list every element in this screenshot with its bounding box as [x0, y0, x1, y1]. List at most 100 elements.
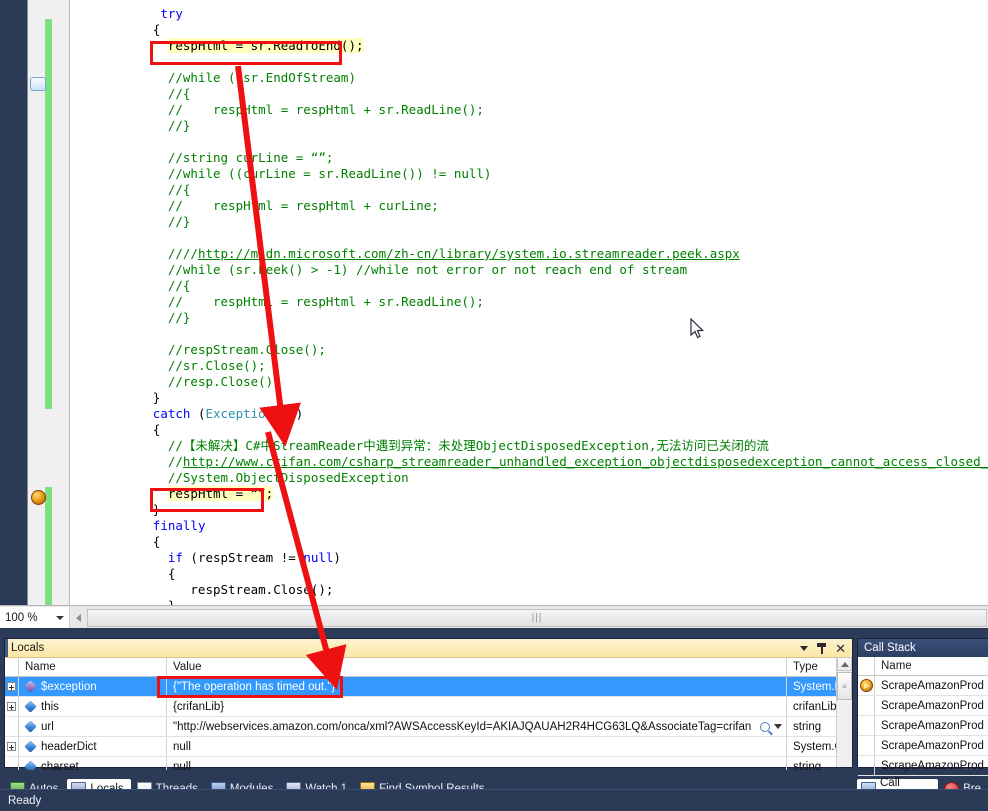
code-line: } [70, 598, 988, 605]
locals-row-value-cell[interactable]: null [167, 757, 787, 770]
row-expander-cell[interactable] [5, 737, 19, 756]
locals-row-name: url [41, 720, 54, 733]
code-line: { [70, 422, 161, 437]
pin-icon[interactable] [817, 642, 827, 654]
scroll-up-button[interactable] [837, 657, 852, 671]
locals-row-type-cell: System.E [787, 677, 837, 696]
locals-row-name: headerDict [41, 740, 97, 753]
call-stack-title-bar[interactable]: Call Stack [858, 639, 988, 657]
locals-row-type-cell: System.C [787, 737, 837, 756]
horizontal-scroll-track[interactable]: ||| [87, 608, 987, 627]
expand-plus-icon[interactable] [7, 682, 16, 691]
code-line: //while ((curLine = sr.ReadLine()) != nu… [167, 166, 492, 181]
call-stack-row[interactable]: ScrapeAmazonProd [858, 716, 988, 736]
call-stack-row-name: ScrapeAmazonProd [881, 739, 984, 752]
locals-row-type: string [793, 720, 822, 733]
call-stack-row[interactable]: ScrapeAmazonProd [858, 736, 988, 756]
magnifier-icon[interactable] [760, 721, 770, 732]
scroll-left-button[interactable] [70, 606, 86, 629]
call-stack-row[interactable]: ScrapeAmazonProd [858, 676, 988, 696]
code-line: { [70, 566, 176, 581]
locals-row[interactable]: url "http://webservices.amazon.com/onca/x… [5, 717, 852, 737]
column-header-type[interactable]: Type [787, 658, 837, 676]
code-line: //} [167, 214, 191, 229]
gutter-header [5, 658, 19, 676]
close-icon[interactable]: ✕ [835, 642, 846, 655]
current-frame-arrow-icon [859, 679, 873, 692]
field-icon [24, 700, 37, 713]
call-stack-row-name: ScrapeAmazonProd [881, 699, 984, 712]
row-expander-cell [5, 757, 19, 770]
locals-row-name-cell[interactable]: this [19, 697, 167, 716]
call-stack-window[interactable]: Call Stack Name ScrapeAmazonProd ScrapeAm… [857, 638, 988, 776]
text-visualizer-control[interactable] [760, 721, 786, 732]
column-header-name[interactable]: Name [875, 657, 988, 675]
call-stack-row-name: ScrapeAmazonProd [881, 759, 984, 772]
locals-row-value-cell[interactable]: null [167, 737, 787, 756]
locals-row-value-cell[interactable]: {crifanLib} [167, 697, 787, 716]
gutter-header [858, 657, 875, 675]
call-stack-row[interactable]: ScrapeAmazonProd [858, 696, 988, 716]
locals-rows-container[interactable]: $exception {"The operation has timed out.… [5, 677, 852, 770]
locals-row-name-cell[interactable]: charset [19, 757, 167, 770]
locals-title-bar[interactable]: Locals ✕ [5, 639, 852, 658]
locals-row-value-cell[interactable]: {"The operation has timed out."} [167, 677, 787, 696]
column-header-name[interactable]: Name [19, 658, 167, 676]
dropdown-icon[interactable] [800, 645, 809, 651]
debug-docked-panels: Locals ✕ Name Value Type $exception {"The… [0, 628, 988, 811]
status-bar: Ready [0, 789, 988, 811]
locals-vertical-scrollbar[interactable]: ≡ [836, 657, 852, 767]
code-line: if (respStream != null) [167, 550, 341, 565]
code-editor[interactable]: try { respHtml = sr.ReadToEnd(); //while… [27, 0, 988, 605]
locals-row-type-cell: string [787, 717, 837, 736]
locals-row-name: charset [41, 760, 79, 771]
chevron-down-icon[interactable] [774, 724, 782, 729]
call-stack-row-name: ScrapeAmazonProd [881, 719, 984, 732]
column-header-value[interactable]: Value [167, 658, 787, 676]
code-line: //{ [167, 278, 191, 293]
locals-row-name-cell[interactable]: url [19, 717, 167, 736]
locals-row[interactable]: headerDict null System.C [5, 737, 852, 757]
locals-row-name-cell[interactable]: headerDict [19, 737, 167, 756]
locals-row[interactable]: charset null string [5, 757, 852, 770]
locals-row[interactable]: this {crifanLib} crifanLib [5, 697, 852, 717]
scroll-thumb-grip-icon: ||| [531, 612, 543, 623]
code-line: //{ [167, 86, 191, 101]
call-stack-row-gutter [858, 676, 875, 695]
expand-plus-icon[interactable] [7, 742, 16, 751]
current-statement-arrow-icon[interactable] [31, 490, 46, 505]
locals-window[interactable]: Locals ✕ Name Value Type $exception {"The… [4, 638, 853, 770]
code-line: finally [152, 518, 206, 533]
code-line: //} [167, 310, 191, 325]
locals-row-type: crifanLib [793, 700, 837, 713]
locals-row-type-cell: string [787, 757, 837, 771]
zoom-level-selector[interactable]: 100 % [0, 606, 70, 629]
scroll-thumb[interactable]: ≡ [837, 672, 852, 700]
bookmark-glyph-icon[interactable] [30, 77, 46, 91]
editor-horizontal-scrollbar-strip[interactable]: 100 % ||| [0, 605, 988, 629]
chevron-down-icon[interactable] [56, 615, 64, 620]
code-line: catch (Exception ex) [152, 406, 304, 421]
locals-row[interactable]: $exception {"The operation has timed out.… [5, 677, 852, 697]
code-text-surface[interactable]: try { respHtml = sr.ReadToEnd(); //while… [70, 0, 988, 605]
locals-row-value-cell[interactable]: "http://webservices.amazon.com/onca/xml?… [167, 717, 787, 736]
code-line: //resp.Close(); [167, 374, 281, 389]
locals-row-value: {crifanLib} [173, 700, 225, 713]
call-stack-row[interactable]: ScrapeAmazonProd [858, 756, 988, 776]
locals-row-name-cell[interactable]: $exception [19, 677, 167, 696]
code-line: try [160, 6, 183, 21]
expand-plus-icon[interactable] [7, 702, 16, 711]
row-expander-cell[interactable] [5, 677, 19, 696]
change-tracking-bar-unsaved [45, 487, 52, 605]
call-stack-column-headers: Name [858, 657, 988, 676]
exception-icon [24, 680, 37, 693]
row-expander-cell[interactable] [5, 697, 19, 716]
call-stack-row-gutter [858, 696, 875, 715]
locals-row-type: string [793, 760, 822, 771]
call-stack-rows-container[interactable]: ScrapeAmazonProd ScrapeAmazonProd ScrapeAm… [858, 676, 988, 776]
mouse-cursor-icon [690, 318, 704, 339]
editor-indicator-margin[interactable] [28, 0, 70, 605]
